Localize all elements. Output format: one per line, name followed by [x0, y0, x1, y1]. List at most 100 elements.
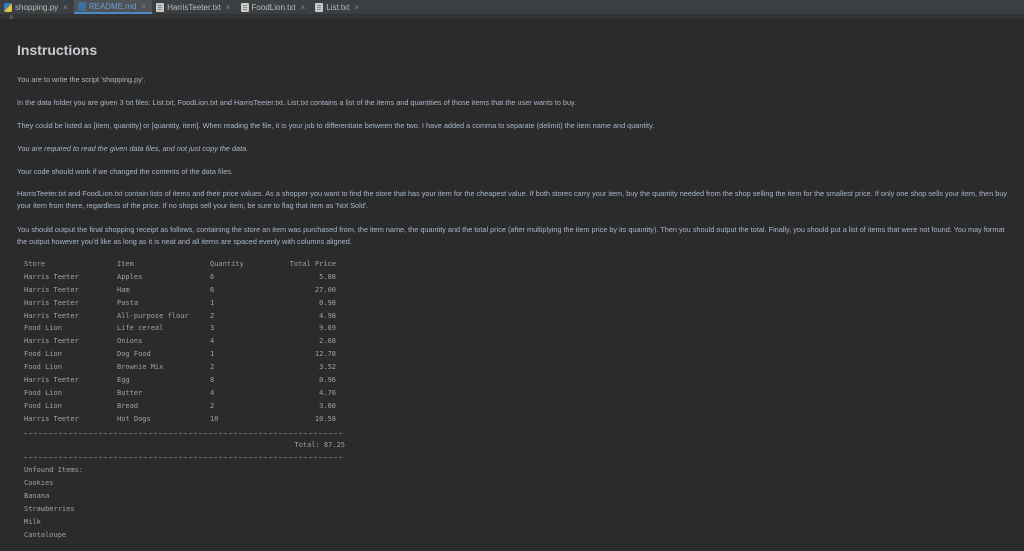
text-file-icon [315, 2, 324, 12]
tab-readme-md[interactable]: README.md × [73, 0, 153, 14]
table-cell: 4 [210, 388, 215, 397]
table-cell: Pasta [117, 298, 139, 307]
column-header: Total Price [289, 260, 336, 268]
table-cell: Harris Teeter [24, 285, 79, 294]
paragraph: You are to write the script 'shopping.py… [17, 75, 146, 84]
table-cell: 0.96 [319, 376, 336, 385]
table-cell: 6 [210, 272, 215, 281]
table-cell: Onions [117, 337, 143, 346]
table-row: Harris Teeter Onions 4 2.68 [17, 335, 1017, 348]
table-cell: Harris Teeter [24, 311, 79, 320]
divider [24, 433, 342, 434]
gutter-marker [10, 15, 13, 19]
close-icon[interactable]: × [63, 3, 68, 12]
unfound-item: Cookies [24, 479, 54, 487]
tab-label: shopping.py [15, 2, 59, 12]
table-row: Food Lion Life cereal 3 9.69 [17, 322, 1017, 335]
table-cell: 12.78 [314, 350, 336, 359]
text-file-icon [156, 2, 165, 12]
editor-tab-bar: shopping.py × README.md × HarrisTeeter.t… [0, 0, 1024, 15]
table-cell: 1 [210, 350, 215, 359]
table-cell: 0.98 [319, 298, 336, 307]
table-cell: Harris Teeter [24, 337, 79, 346]
tab-shopping-py[interactable]: shopping.py × [0, 0, 74, 14]
tab-label: README.md [88, 1, 137, 11]
table-cell: 2 [210, 311, 215, 320]
receipt-header-row: Store Item Quantity Total Price [17, 258, 1017, 271]
table-row: Harris Teeter Ham 6 27.00 [17, 284, 1017, 297]
table-row: Food Lion Brownie Mix 2 3.52 [17, 361, 1017, 374]
table-row: Food Lion Dog Food 1 12.78 [17, 348, 1017, 361]
receipt-total: Total: 87.25 [294, 441, 345, 449]
tab-label: HarrisTeeter.txt [167, 2, 221, 12]
tab-foodlion-txt[interactable]: FoodLion.txt × [237, 0, 312, 14]
table-cell: 3.60 [319, 401, 336, 410]
unfound-label: Unfound Items: [24, 466, 84, 474]
close-icon[interactable]: × [141, 2, 146, 11]
paragraph: They could be listed as [item, quantity]… [17, 121, 655, 130]
close-icon[interactable]: × [301, 3, 306, 12]
table-cell: Dog Food [117, 350, 151, 359]
column-header: Store [24, 260, 46, 268]
table-cell: Brownie Mix [117, 363, 164, 372]
table-cell: Life cereal [117, 324, 164, 333]
table-cell: 9.69 [319, 324, 336, 333]
tab-harristeeter-txt[interactable]: HarrisTeeter.txt × [152, 0, 236, 14]
table-cell: 10.58 [314, 414, 336, 423]
table-cell: Harris Teeter [24, 414, 79, 423]
table-cell: 27.00 [314, 285, 336, 294]
table-row: Harris Teeter Egg 8 0.96 [17, 374, 1017, 387]
tab-label: FoodLion.txt [251, 2, 296, 12]
table-cell: 4 [210, 337, 215, 346]
table-cell: Bread [117, 401, 139, 410]
unfound-item: Strawberries [24, 504, 75, 513]
table-cell: Food Lion [24, 363, 62, 372]
table-cell: Apples [117, 272, 143, 281]
unfound-item: Banana [24, 491, 50, 500]
column-header: Item [117, 260, 134, 268]
paragraph: You should output the final shopping rec… [17, 225, 1005, 246]
table-cell: 8 [210, 376, 215, 385]
close-icon[interactable]: × [226, 3, 231, 12]
table-cell: Food Lion [24, 350, 62, 359]
table-row: Harris Teeter Pasta 1 0.98 [17, 297, 1017, 310]
text-file-icon [240, 2, 249, 12]
editor-toolbar-strip [0, 15, 1024, 19]
table-cell: 4.76 [319, 388, 336, 397]
table-row: Harris Teeter Hot Dogs 10 10.58 [17, 413, 1017, 426]
table-cell: Butter [117, 388, 143, 397]
table-cell: Harris Teeter [24, 298, 79, 307]
table-cell: 2 [210, 401, 215, 410]
table-cell: Ham [117, 285, 130, 294]
tab-list-txt[interactable]: List.txt × [311, 0, 365, 14]
receipt-code-block: Store Item Quantity Total Price Harris T… [17, 258, 1017, 539]
table-cell: 6 [210, 285, 215, 294]
unfound-item: Cantaloupe [24, 530, 67, 539]
divider [24, 457, 342, 458]
tab-label: List.txt [326, 2, 350, 12]
table-cell: 2.68 [319, 337, 336, 346]
table-cell: 1 [210, 298, 215, 307]
table-cell: 3 [210, 324, 215, 333]
paragraph: HarrisTeeter.txt and FoodLion.txt contai… [17, 189, 1008, 210]
table-cell: 4.98 [319, 311, 336, 320]
table-cell: Harris Teeter [24, 272, 79, 281]
table-row: Harris Teeter All-purpose flour 2 4.98 [17, 310, 1017, 323]
table-cell: Egg [117, 376, 130, 385]
table-cell: 5.88 [319, 272, 336, 281]
page-title: Instructions [17, 42, 98, 58]
paragraph: You are required to read the given data … [17, 144, 249, 153]
table-row: Harris Teeter Apples 6 5.88 [17, 271, 1017, 284]
table-row: Food Lion Bread 2 3.60 [17, 400, 1017, 413]
table-cell: 3.52 [319, 363, 336, 372]
table-cell: Food Lion [24, 388, 62, 397]
table-cell: 2 [210, 363, 215, 372]
table-cell: All-purpose flour [117, 311, 189, 320]
paragraph: In the data folder you are given 3 txt f… [17, 98, 577, 107]
python-file-icon [4, 2, 12, 12]
table-cell: Hot Dogs [117, 414, 151, 423]
table-cell: Food Lion [24, 401, 62, 410]
table-cell: Food Lion [24, 324, 62, 333]
close-icon[interactable]: × [354, 3, 359, 12]
markdown-preview: Instructions You are to write the script… [17, 42, 1012, 246]
